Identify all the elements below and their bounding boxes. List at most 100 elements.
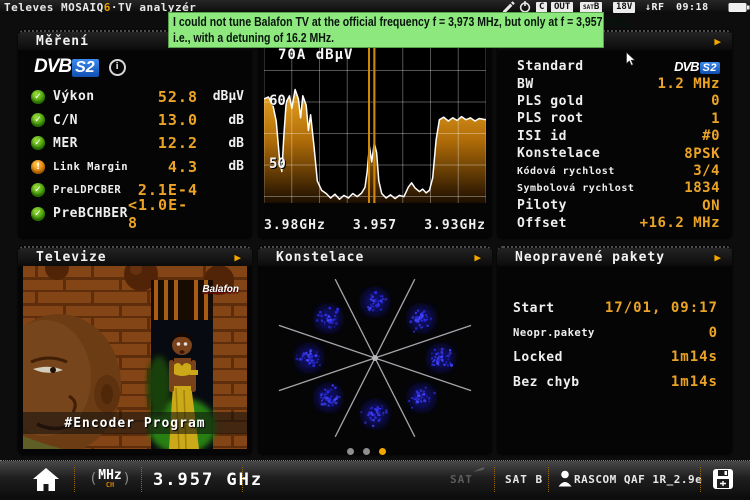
rf-indicator: ↓RF: [645, 2, 665, 13]
param-row: PLS root 1: [497, 110, 732, 127]
param-row: BW 1.2 MHz: [497, 75, 732, 92]
xtick-center: 3.957: [353, 218, 397, 233]
counter-value: 1m14s: [671, 374, 718, 390]
measurement-unit: dB: [198, 113, 244, 128]
measurement-label: PreBCHBER: [53, 206, 128, 221]
frequency-display[interactable]: 3.957 GHz: [153, 470, 263, 490]
measurement-row: ✓ C/N 13.0 dB: [18, 108, 252, 131]
unit-toggle-button[interactable]: ( MHz CH ): [84, 465, 136, 493]
param-label: PLS root: [517, 111, 584, 126]
counter-row: Neopr.pakety 0: [497, 321, 732, 346]
param-label: Symbolová rychlost: [517, 183, 634, 194]
battery-icon: [728, 1, 750, 13]
param-row: Kódová rychlost 3/4: [497, 162, 732, 179]
annotation-line1: I could not tune Balafon TV at the offic…: [173, 14, 531, 30]
panel-konstelace-title: Konstelace: [276, 250, 364, 265]
panel-neopravene-header[interactable]: Neopravené pakety ▶: [497, 248, 732, 266]
panel-mereni: Měření DVBS2 i ✓ Výkon 52.8 dBμV✓ C/N 13…: [18, 30, 252, 238]
page-dot[interactable]: [379, 448, 386, 455]
page-dot[interactable]: [363, 448, 370, 455]
home-button[interactable]: [32, 467, 60, 496]
panel-neopravene: Neopravené pakety ▶ Start 17/01, 09:17Ne…: [497, 246, 732, 454]
separator: [548, 467, 549, 492]
page-dot[interactable]: [347, 448, 354, 455]
panel-neopravene-title: Neopravené pakety: [515, 250, 665, 265]
measurement-rows: ✓ Výkon 52.8 dBμV✓ C/N 13.0 dB✓ MER 12.2…: [18, 85, 252, 225]
check-icon: ✓: [31, 183, 45, 197]
parameter-rows: Standard DVBS2 BW 1.2 MHzPLS gold 0PLS r…: [497, 58, 732, 232]
spectrum-ref-label: 70A dBμV: [278, 47, 353, 63]
counter-label: Locked: [513, 350, 563, 365]
measurement-row: ✓ PreBCHBER <1.0E-8: [18, 202, 252, 225]
measurement-label: Výkon: [53, 89, 95, 104]
sat-band-button[interactable]: SAT B: [505, 473, 543, 486]
separator: [700, 467, 701, 492]
chevron-right-icon: ▶: [474, 251, 482, 264]
annotation-note: I could not tune Balafon TV at the offic…: [168, 12, 604, 48]
param-value: 1: [711, 111, 720, 127]
channel-logo: Balafon: [202, 284, 239, 295]
satellite-icon: [558, 470, 572, 491]
param-row: PLS gold 0: [497, 93, 732, 110]
param-row: ISI id #0: [497, 128, 732, 145]
spectrum-graph: 70A dBμV 60 50: [264, 39, 486, 203]
xtick-left: 3.98GHz: [264, 218, 326, 233]
xtick-right: 3.93GHz: [424, 218, 486, 233]
badge-c: C: [536, 2, 547, 13]
measurement-row: ✓ MER 12.2 dB: [18, 132, 252, 155]
warning-icon: !: [31, 160, 45, 174]
ytick-50: 50: [269, 156, 286, 172]
measurement-value: 4.3: [168, 158, 198, 176]
chevron-right-icon: ▶: [234, 251, 242, 264]
page-dots[interactable]: [347, 448, 386, 455]
analyzer-screen: Televes MOSAIQ6·TV analyzér C OUT SATB 1…: [0, 0, 750, 500]
param-label: Offset: [517, 216, 567, 231]
panel-konstelace: Konstelace ▶: [258, 246, 492, 454]
satellite-selector[interactable]: RASCOM QAF 1R_2.9e: [574, 473, 702, 486]
error-counter-rows: Start 17/01, 09:17Neopr.pakety 0 Locked 1…: [497, 296, 732, 394]
param-value: 1.2 MHz: [657, 76, 720, 92]
check-icon: ✓: [31, 90, 45, 104]
measurement-unit: dBμV: [198, 89, 244, 104]
panel-parametry: Parametry ▶ Standard DVBS2 BW 1.2 MHzPLS…: [497, 30, 732, 238]
panel-mereni-title: Měření: [36, 34, 89, 49]
param-value: ON: [702, 198, 720, 214]
info-icon[interactable]: i: [109, 59, 126, 76]
measurement-row: ! Link Margin 4.3 dB: [18, 155, 252, 178]
measurement-value: 12.2: [158, 134, 198, 152]
tv-preview[interactable]: Balafon #Encoder Program: [23, 266, 247, 449]
tv-caption: #Encoder Program: [23, 412, 247, 434]
counter-row: Start 17/01, 09:17: [497, 296, 732, 321]
separator: [74, 467, 75, 492]
panel-televize: Televize ▶: [18, 246, 252, 454]
param-value: 8PSK: [684, 146, 720, 162]
measurement-label: MER: [53, 136, 78, 151]
param-value: 0: [711, 93, 720, 109]
param-value: 1834: [684, 180, 720, 196]
param-row: Offset +16.2 MHz: [497, 215, 732, 232]
measurement-label: C/N: [53, 113, 78, 128]
dvb-s2-logo: DVBS2 i: [34, 56, 126, 78]
separator: [242, 467, 243, 492]
chevron-right-icon: ▶: [714, 35, 722, 48]
panel-televize-header[interactable]: Televize ▶: [18, 248, 252, 266]
param-label: Konstelace: [517, 146, 600, 161]
param-value: +16.2 MHz: [640, 215, 720, 231]
measurement-row: ✓ Výkon 52.8 dBμV: [18, 85, 252, 108]
dvb-s2-logo-small: DVBS2: [674, 59, 720, 75]
save-button[interactable]: [712, 468, 734, 494]
measurement-unit: dB: [198, 159, 244, 174]
panel-spectrum[interactable]: 70A dBμV 60 50 3.98GHz 3.957: [258, 30, 492, 238]
param-label: BW: [517, 77, 534, 92]
spectrum-trace: [264, 39, 486, 203]
panel-konstelace-header[interactable]: Konstelace ▶: [258, 248, 492, 266]
measurement-label: Link Margin: [53, 161, 128, 173]
measurement-value: <1.0E-8: [128, 196, 198, 232]
measurement-unit: dB: [198, 136, 244, 151]
annotation-line2: i.e., with a detuning of 16.2 MHz.: [173, 30, 531, 46]
clock: 09:18: [676, 2, 709, 13]
measurement-value: 52.8: [158, 88, 198, 106]
measurement-label: PreLDPCBER: [53, 184, 121, 196]
param-label: ISI id: [517, 129, 567, 144]
bottom-toolbar: ( MHz CH ) 3.957 GHz SAT SAT B RASCOM QA…: [0, 460, 750, 498]
